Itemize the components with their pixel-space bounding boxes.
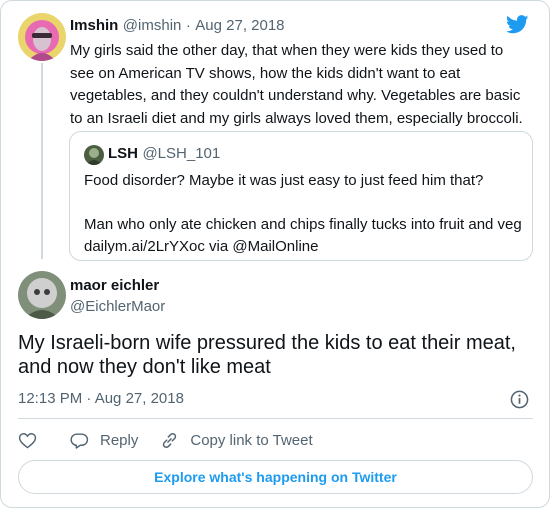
quote-author-handle[interactable]: @LSH_101 bbox=[142, 145, 220, 162]
quote-text: Food disorder? Maybe it was just easy to… bbox=[84, 170, 524, 258]
twitter-bird-icon[interactable] bbox=[506, 15, 529, 34]
reply-icon bbox=[70, 432, 89, 449]
quoted-tweet[interactable]: LSH @LSH_101 Food disorder? Maybe it was… bbox=[69, 131, 533, 261]
main-author-handle[interactable]: @EichlerMaor bbox=[70, 298, 165, 315]
quote-line-1: Food disorder? Maybe it was just easy to… bbox=[84, 172, 484, 189]
reply-button[interactable]: Reply bbox=[70, 431, 138, 450]
main-author-name[interactable]: maor eichler bbox=[70, 277, 159, 294]
copy-link-button[interactable]: Copy link to Tweet bbox=[160, 431, 313, 450]
avatar-imshin[interactable] bbox=[18, 13, 66, 61]
avatar-maor-eichler[interactable] bbox=[18, 271, 66, 319]
quote-line-3: dailym.ai/2LrYXoc via @MailOnline bbox=[84, 238, 319, 255]
quote-header: LSH @LSH_101 bbox=[108, 145, 220, 163]
tweet-timestamp[interactable]: 12:13 PM · Aug 27, 2018 bbox=[18, 390, 184, 407]
explore-twitter-button[interactable]: Explore what's happening on Twitter bbox=[18, 460, 533, 494]
reply-header: Imshin @imshin · Aug 27, 2018 bbox=[70, 17, 285, 35]
action-bar: Reply Copy link to Tweet bbox=[18, 429, 335, 451]
reply-tweet-text: My girls said the other day, that when t… bbox=[70, 42, 523, 127]
avatar-lsh[interactable] bbox=[84, 145, 104, 165]
tweet-date[interactable]: Aug 27, 2018 bbox=[195, 17, 284, 34]
embedded-tweet-card: Imshin @imshin · Aug 27, 2018 My girls s… bbox=[0, 0, 550, 508]
dot-separator: · bbox=[185, 17, 191, 34]
like-button[interactable] bbox=[18, 431, 48, 450]
quote-author-name[interactable]: LSH bbox=[108, 145, 138, 162]
copy-link-label: Copy link to Tweet bbox=[190, 431, 313, 449]
thread-connector-line bbox=[41, 63, 43, 259]
action-divider bbox=[18, 418, 533, 419]
author-name[interactable]: Imshin bbox=[70, 17, 118, 34]
link-icon bbox=[163, 432, 177, 448]
reply-label: Reply bbox=[100, 431, 139, 449]
quote-line-2: Man who only ate chicken and chips final… bbox=[84, 216, 522, 233]
info-icon[interactable] bbox=[510, 390, 529, 409]
quote-spacer bbox=[84, 192, 524, 214]
heart-icon bbox=[18, 432, 37, 449]
author-handle[interactable]: @imshin bbox=[123, 17, 182, 34]
main-tweet-text: My Israeli-born wife pressured the kids … bbox=[18, 332, 516, 378]
